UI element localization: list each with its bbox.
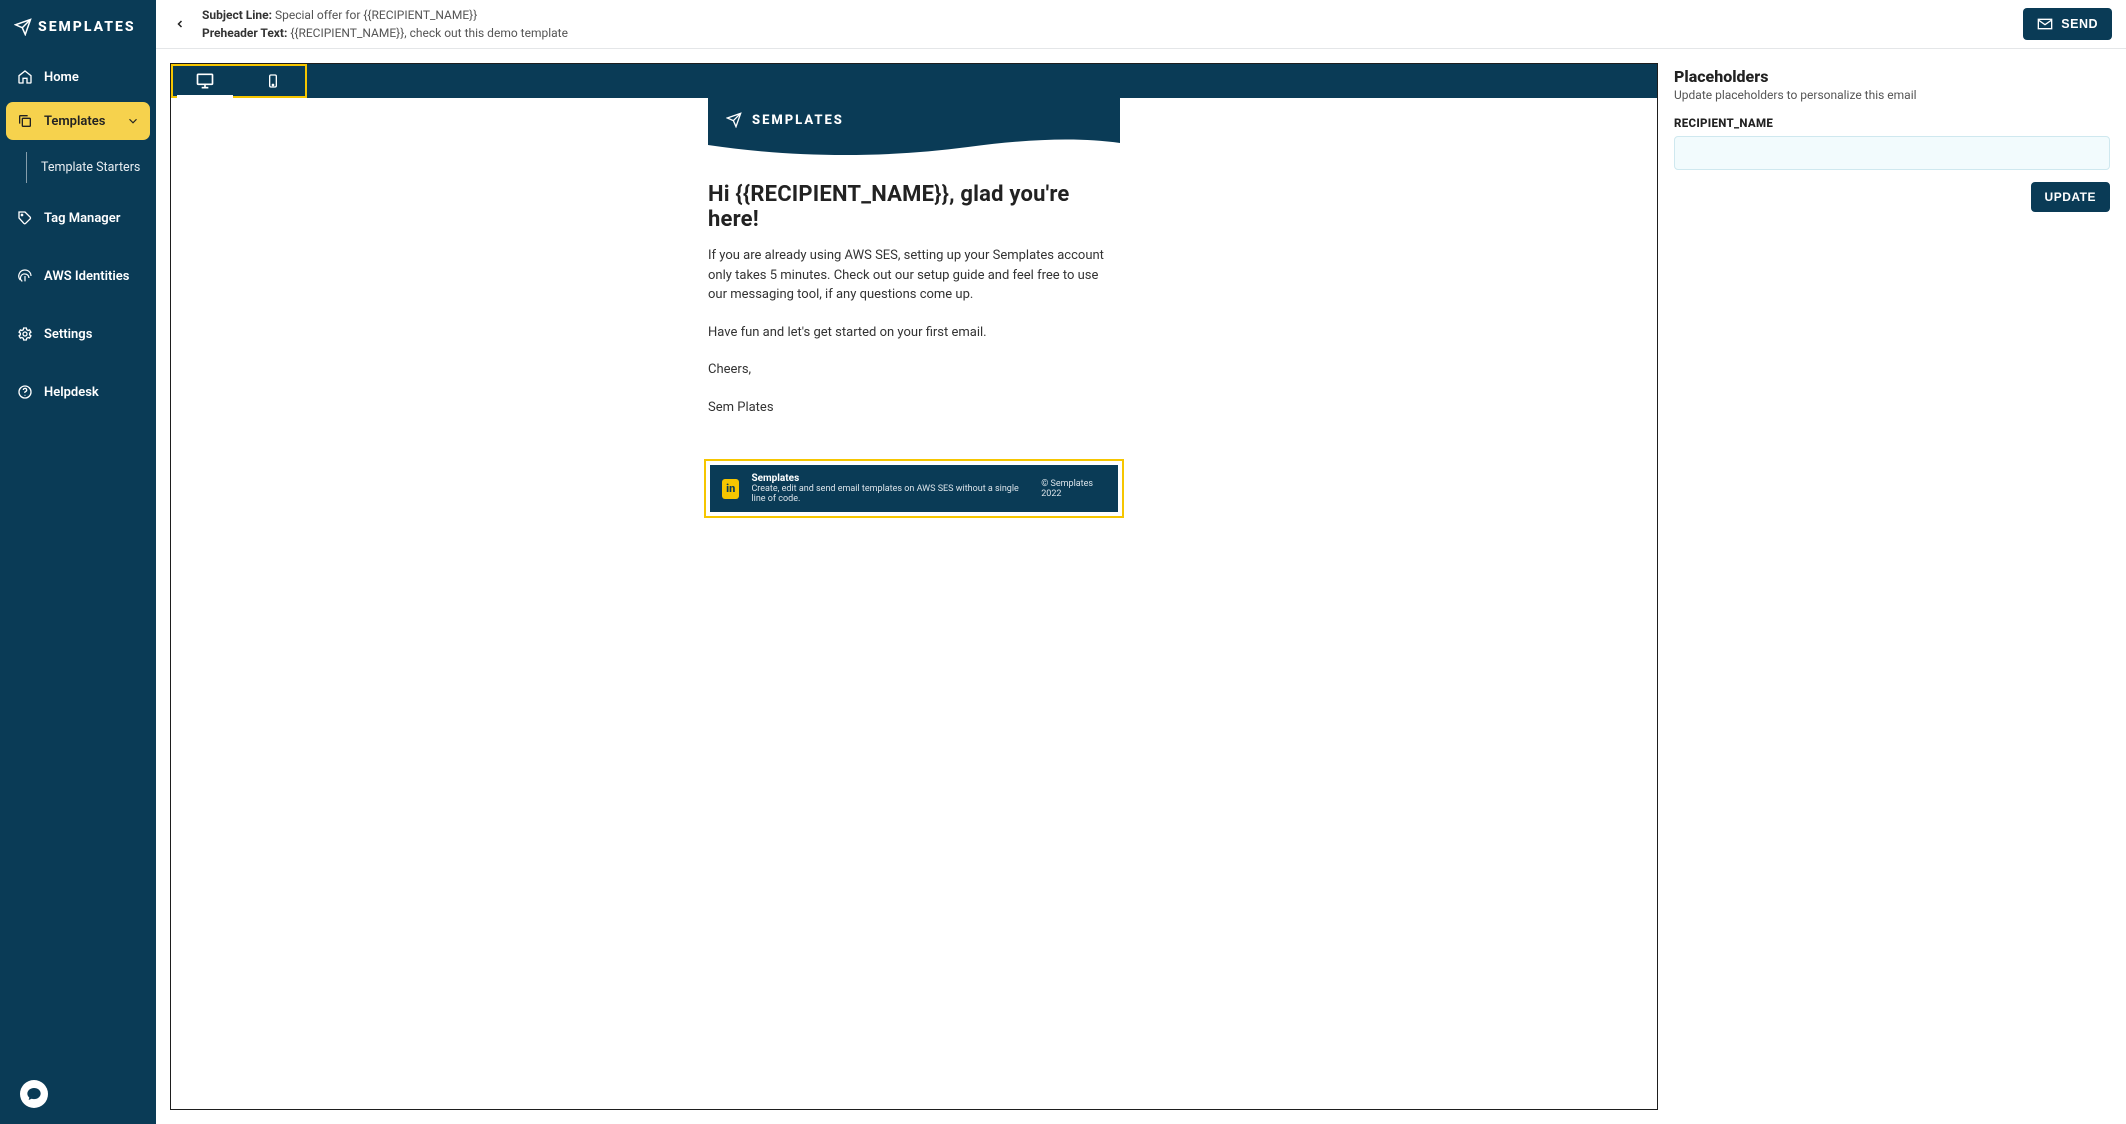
paper-plane-icon [14,18,32,36]
sidebar-item-tag-manager[interactable]: Tag Manager [6,199,150,237]
placeholders-subtitle: Update placeholders to personalize this … [1674,88,2110,102]
update-button[interactable]: UPDATE [2031,182,2110,212]
home-icon [16,68,34,86]
placeholder-field-label: RECIPIENT_NAME [1674,116,2110,130]
email-footer-sub: Create, edit and send email templates on… [751,484,1029,504]
envelope-icon [2037,16,2053,32]
brand-logo: SEMPLATES [6,18,150,58]
placeholder-input-recipient-name[interactable] [1674,136,2110,170]
email-paragraph-2: Have fun and let's get started on your f… [708,323,1120,343]
sidebar-item-settings[interactable]: Settings [6,315,150,353]
sidebar-item-label: Settings [44,327,92,342]
sidebar-item-helpdesk[interactable]: Helpdesk [6,373,150,411]
sidebar-item-label: Helpdesk [44,385,99,400]
main-column: Subject Line: Special offer for {{RECIPI… [156,0,2126,1124]
sidebar-item-label: Home [44,70,79,85]
sidebar-nav: Home Templates Template Starters [6,58,150,411]
sidebar-item-label: Tag Manager [44,211,120,226]
update-button-label: UPDATE [2045,190,2096,204]
sidebar-subitem-template-starters[interactable]: Template Starters [37,152,150,183]
email-signature: Sem Plates [708,398,1120,418]
subject-line-label: Subject Line: [202,8,272,22]
email-greeting: Hi {{RECIPIENT_NAME}}, glad you're here! [708,182,1120,232]
topbar: Subject Line: Special offer for {{RECIPI… [156,0,2126,49]
back-button[interactable] [166,10,194,38]
sidebar-item-label: AWS Identities [44,269,129,284]
subject-line-value: Special offer for {{RECIPIENT_NAME}} [275,8,477,22]
email-body: Hi {{RECIPIENT_NAME}}, glad you're here!… [708,158,1120,459]
chat-launcher[interactable] [20,1080,48,1108]
linkedin-icon[interactable]: in [722,479,739,499]
device-tab-desktop[interactable] [171,64,239,98]
send-button[interactable]: SEND [2023,8,2112,40]
content-row: SEMPLATES Hi {{RECIPIENT_NAME}}, glad yo… [156,49,2126,1124]
paper-plane-icon [726,112,742,128]
email-header-brand: SEMPLATES [752,113,844,128]
desktop-icon [195,71,215,91]
gear-icon [16,325,34,343]
email-header: SEMPLATES [708,98,1120,158]
device-tab-mobile[interactable] [239,64,307,98]
sidebar: SEMPLATES Home Templates Templa [0,0,156,1124]
fingerprint-icon [16,267,34,285]
wave-divider [708,137,1120,159]
tag-icon [16,209,34,227]
email-footer-copyright: © Semplates 2022 [1041,479,1106,499]
email-footer-name: Semplates [751,473,1029,484]
placeholders-title: Placeholders [1674,67,2110,86]
mobile-icon [265,73,281,89]
template-meta: Subject Line: Special offer for {{RECIPI… [202,6,568,42]
send-button-label: SEND [2061,17,2098,31]
email-paragraph-1: If you are already using AWS SES, settin… [708,246,1120,305]
sidebar-item-label: Template Starters [41,160,140,175]
highlight-box-footer: in Semplates Create, edit and send email… [704,459,1124,518]
email-footer-text: Semplates Create, edit and send email te… [751,473,1029,504]
placeholders-panel: Placeholders Update placeholders to pers… [1672,63,2112,1110]
copy-icon [16,112,34,130]
sidebar-submenu-templates: Template Starters [26,152,150,183]
preheader-value: {{RECIPIENT_NAME}}, check out this demo … [290,26,568,40]
email-footer: in Semplates Create, edit and send email… [710,465,1118,512]
preview-frame: SEMPLATES Hi {{RECIPIENT_NAME}}, glad yo… [170,63,1658,1110]
preview-column: SEMPLATES Hi {{RECIPIENT_NAME}}, glad yo… [170,63,1658,1110]
device-toggle-bar [171,64,1657,98]
preheader-label: Preheader Text: [202,26,287,40]
sidebar-item-aws-identities[interactable]: AWS Identities [6,257,150,295]
brand-name: SEMPLATES [38,19,136,35]
sidebar-item-home[interactable]: Home [6,58,150,96]
chevron-down-icon [126,114,140,128]
email-cheers: Cheers, [708,360,1120,380]
sidebar-item-label: Templates [44,114,105,129]
sidebar-item-templates[interactable]: Templates [6,102,150,140]
email-preview-area: SEMPLATES Hi {{RECIPIENT_NAME}}, glad yo… [171,98,1657,1109]
help-icon [16,383,34,401]
